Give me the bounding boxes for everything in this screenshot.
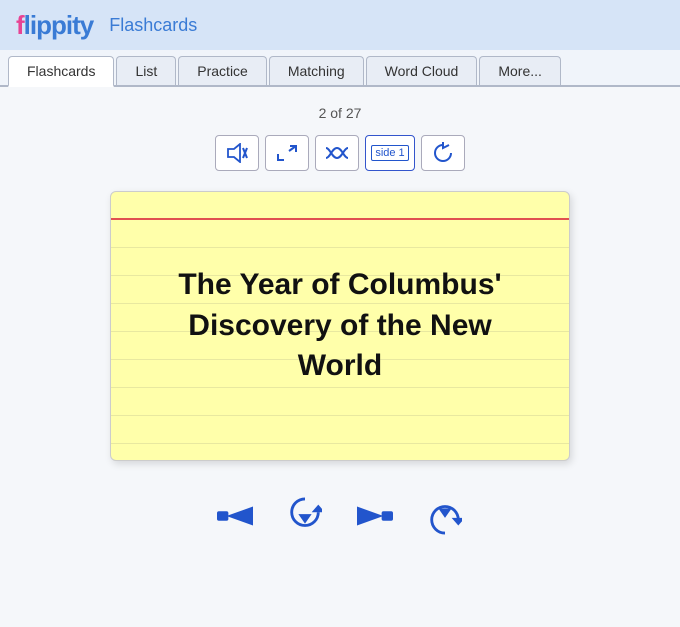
flashcard-text: The Year of Columbus' Discovery of the N… [111, 235, 569, 417]
nav-row [212, 493, 468, 539]
flip-down-button[interactable] [282, 493, 328, 539]
card-counter: 2 of 27 [319, 105, 362, 121]
card-redline [111, 218, 569, 220]
tab-matching[interactable]: Matching [269, 56, 364, 85]
flip-up-icon [428, 497, 462, 535]
tab-more[interactable]: More... [479, 56, 561, 85]
rotate-button[interactable] [421, 135, 465, 171]
rotate-icon [432, 142, 454, 164]
side-label-text: side 1 [371, 145, 408, 161]
tab-wordcloud[interactable]: Word Cloud [366, 56, 478, 85]
tab-bar: Flashcards List Practice Matching Word C… [0, 50, 680, 87]
mute-button[interactable] [215, 135, 259, 171]
side-button[interactable]: side 1 [365, 135, 415, 171]
main-content: 2 of 27 s [0, 87, 680, 627]
fullscreen-button[interactable] [265, 135, 309, 171]
shuffle-icon [324, 142, 350, 164]
flip-up-button[interactable] [422, 493, 468, 539]
next-icon [357, 501, 393, 531]
prev-button[interactable] [212, 493, 258, 539]
tab-list[interactable]: List [116, 56, 176, 85]
header: flippity Flashcards [0, 0, 680, 50]
flip-down-icon [288, 497, 322, 535]
next-button[interactable] [352, 493, 398, 539]
flashcard[interactable]: The Year of Columbus' Discovery of the N… [110, 191, 570, 461]
tab-practice[interactable]: Practice [178, 56, 267, 85]
header-title: Flashcards [109, 15, 197, 36]
controls-row: side 1 [215, 135, 465, 171]
logo[interactable]: flippity [16, 10, 93, 41]
mute-icon [226, 143, 248, 163]
prev-icon [217, 501, 253, 531]
tab-flashcards[interactable]: Flashcards [8, 56, 114, 87]
fullscreen-icon [276, 143, 298, 163]
shuffle-button[interactable] [315, 135, 359, 171]
